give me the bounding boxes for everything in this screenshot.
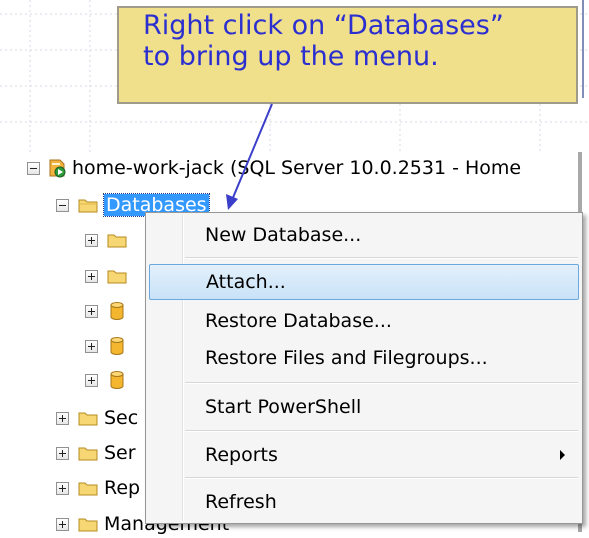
tree-node-server[interactable]: home-work-jack (SQL Server 10.0.2531 - H…: [27, 154, 521, 182]
tree-node-child-4[interactable]: [85, 332, 124, 360]
server-icon: [49, 159, 66, 178]
tree-node-security[interactable]: Sec: [56, 404, 138, 432]
menu-item-label: Restore Database...: [205, 310, 392, 332]
tree-label-security: Sec: [104, 407, 139, 429]
expand-icon[interactable]: [85, 269, 98, 283]
folder-icon: [107, 270, 127, 283]
menu-item-reports[interactable]: Reports: [149, 437, 579, 473]
menu-item-restore-database[interactable]: Restore Database...: [149, 303, 579, 339]
instruction-callout: Right click on “Databases” to bring up t…: [117, 6, 578, 104]
menu-item-label: Refresh: [205, 491, 277, 513]
folder-icon: [78, 412, 98, 425]
collapse-icon[interactable]: [27, 161, 40, 175]
expand-icon[interactable]: [56, 446, 69, 460]
tree-node-replication[interactable]: Rep: [56, 474, 140, 502]
folder-icon: [107, 234, 127, 247]
tree-label-replication: Rep: [104, 477, 141, 499]
tree-node-child-5[interactable]: [85, 366, 124, 394]
expand-icon[interactable]: [56, 517, 69, 531]
tree-node-child-2[interactable]: [85, 262, 127, 290]
menu-item-attach[interactable]: Attach...: [149, 264, 579, 300]
callout-line-1: Right click on “Databases”: [143, 10, 504, 41]
menu-separator: [185, 382, 578, 384]
menu-item-label: New Database...: [205, 224, 362, 246]
menu-item-start-powershell[interactable]: Start PowerShell: [149, 389, 579, 425]
submenu-arrow-icon: [560, 450, 565, 460]
folder-icon: [78, 518, 98, 531]
database-icon: [110, 337, 124, 355]
tree-node-child-3[interactable]: [85, 297, 124, 325]
expand-icon[interactable]: [56, 411, 69, 425]
collapse-icon[interactable]: [56, 198, 69, 212]
folder-icon: [78, 199, 98, 212]
folder-icon: [78, 447, 98, 460]
expand-icon[interactable]: [85, 233, 98, 247]
callout-text: Right click on “Databases” to bring up t…: [143, 10, 504, 72]
folder-icon: [78, 482, 98, 495]
menu-separator: [185, 477, 578, 479]
context-menu: New Database... Attach... Restore Databa…: [145, 212, 583, 524]
expand-icon[interactable]: [85, 339, 98, 353]
tree-label-server-objects: Ser: [104, 442, 136, 464]
tree-node-server-objects[interactable]: Ser: [56, 439, 136, 467]
server-label: home-work-jack (SQL Server 10.0.2531 - H…: [72, 157, 522, 179]
database-icon: [110, 371, 124, 389]
menu-item-label: Restore Files and Filegroups...: [205, 347, 488, 369]
expand-icon[interactable]: [85, 304, 98, 318]
expand-icon[interactable]: [85, 373, 98, 387]
menu-item-label: Attach...: [206, 271, 286, 293]
menu-item-refresh[interactable]: Refresh: [149, 484, 579, 520]
tree-node-child-1[interactable]: [85, 226, 127, 254]
menu-separator: [185, 430, 578, 432]
menu-item-label: Reports: [205, 444, 278, 466]
menu-item-restore-files[interactable]: Restore Files and Filegroups...: [149, 340, 579, 376]
expand-icon[interactable]: [56, 481, 69, 495]
menu-item-label: Start PowerShell: [205, 396, 362, 418]
callout-line-2: to bring up the menu.: [143, 41, 439, 72]
database-icon: [110, 302, 124, 320]
menu-separator: [185, 257, 578, 259]
menu-item-new-database[interactable]: New Database...: [149, 217, 579, 253]
